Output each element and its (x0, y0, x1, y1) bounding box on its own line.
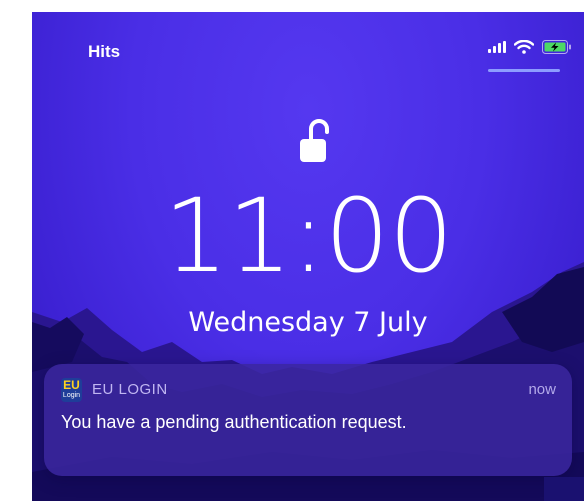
carrier-name: Hits (88, 42, 121, 61)
unlocked-padlock-icon[interactable] (300, 119, 336, 163)
status-icons (488, 40, 572, 54)
status-underline (488, 69, 560, 72)
notification-body: You have a pending authentication reques… (61, 412, 407, 432)
lock-time: 11:00 (163, 177, 454, 296)
notification-card[interactable]: EU Login EU LOGIN now You have a pending… (44, 364, 572, 476)
app-icon-text: EU (63, 378, 80, 392)
signal-icon (488, 41, 506, 53)
wifi-icon (514, 40, 534, 54)
battery-charging-icon (542, 40, 571, 54)
lock-screen: Hits 11:00 Wednesday 7 July EU Login EU … (32, 12, 584, 501)
app-icon-subtext: Login (62, 392, 81, 399)
notification-time: now (528, 381, 556, 398)
dock-corner (544, 477, 584, 501)
eu-login-app-icon: EU Login (61, 378, 82, 402)
notification-app-name: EU LOGIN (92, 381, 168, 398)
lock-date: Wednesday 7 July (188, 307, 428, 338)
